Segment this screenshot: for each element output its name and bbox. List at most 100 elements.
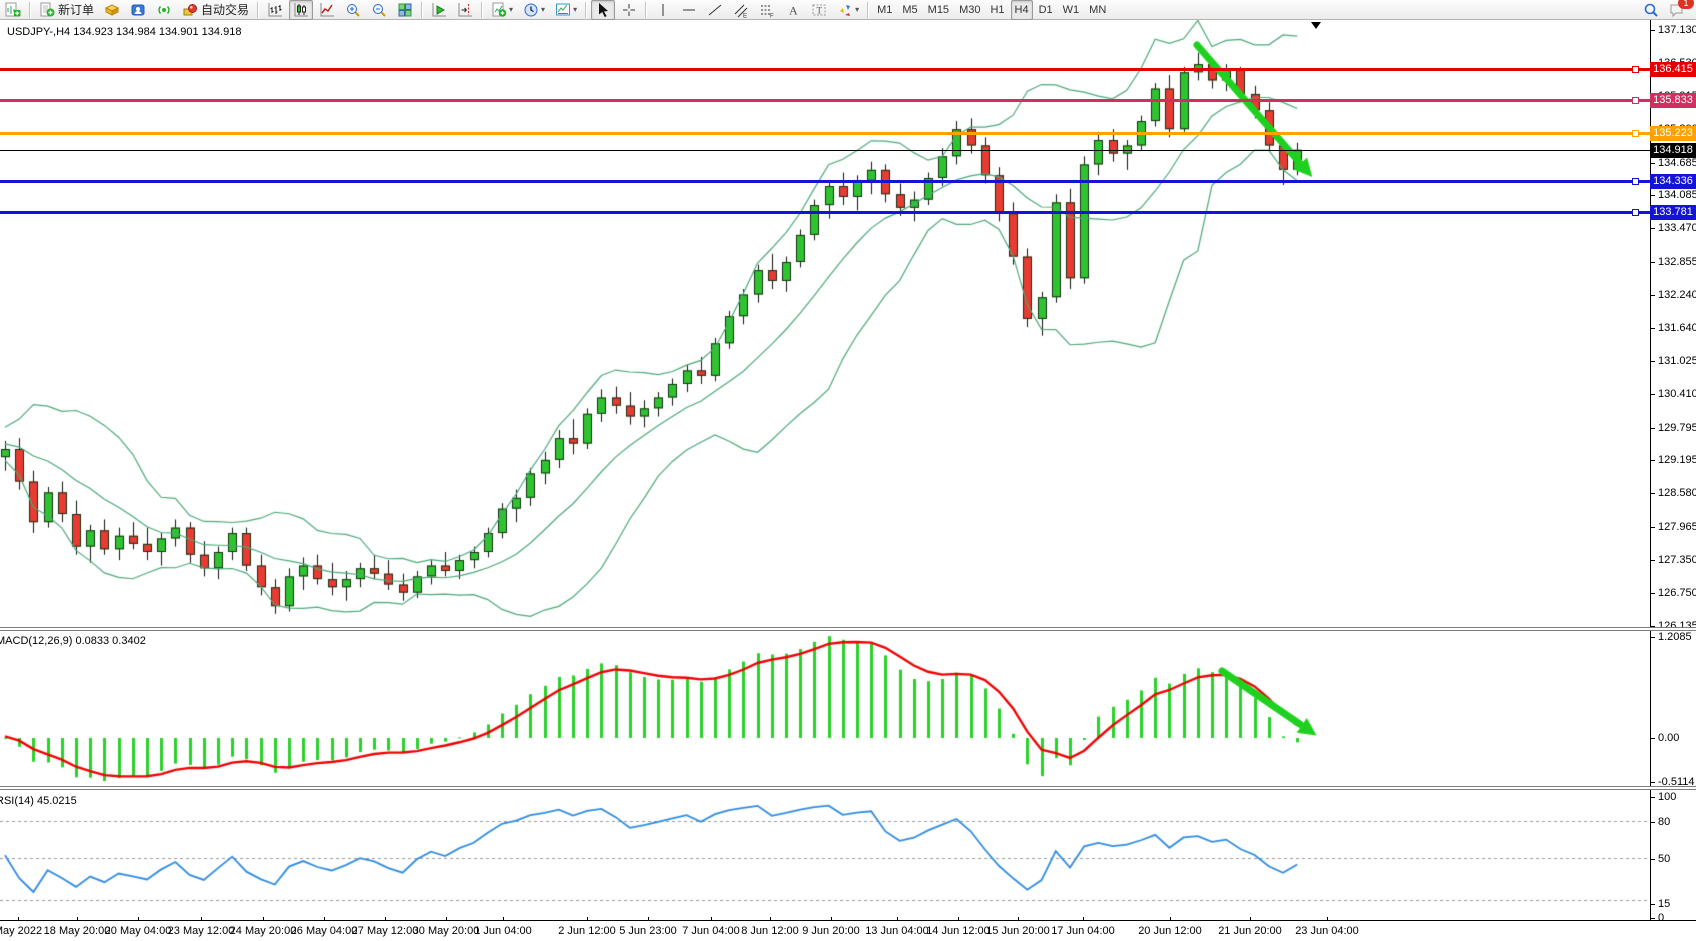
time-axis-tick bbox=[385, 917, 386, 921]
period-w1-button[interactable]: W1 bbox=[1059, 0, 1084, 20]
zoom-in-button[interactable] bbox=[341, 0, 365, 20]
autotrading-button-label: 自动交易 bbox=[201, 1, 249, 18]
fibonacci-button[interactable]: F bbox=[755, 0, 779, 20]
chevron-down-icon[interactable]: ▾ bbox=[855, 5, 859, 14]
period-mn-button[interactable]: MN bbox=[1085, 0, 1110, 20]
templates-button[interactable]: ▾ bbox=[551, 0, 581, 20]
price-axis-tick bbox=[1650, 493, 1655, 494]
indicator-axis-tick bbox=[1650, 859, 1655, 860]
community-icon bbox=[130, 2, 146, 18]
indicator-axis-tick bbox=[1650, 904, 1655, 905]
chevron-down-icon[interactable]: ▾ bbox=[509, 5, 513, 14]
price-axis-label: 131.640 bbox=[1658, 322, 1696, 334]
chevron-down-icon[interactable]: ▾ bbox=[541, 5, 545, 14]
zoom-in-icon bbox=[345, 2, 361, 18]
toolbox-button[interactable] bbox=[100, 0, 124, 20]
macd-indicator-label: MACD(12,26,9) 0.0833 0.3402 bbox=[0, 635, 146, 647]
macd-pane-canvas[interactable] bbox=[0, 630, 1650, 786]
trendline-button[interactable] bbox=[703, 0, 727, 20]
arrows-button[interactable]: ▾ bbox=[833, 0, 863, 20]
macd-pane-separator[interactable] bbox=[0, 627, 1696, 631]
line-chart-icon bbox=[319, 2, 335, 18]
period-m15-button[interactable]: M15 bbox=[924, 0, 953, 20]
autotrading-icon bbox=[182, 2, 198, 18]
time-axis-tick bbox=[648, 917, 649, 921]
time-axis-tick bbox=[1018, 917, 1019, 921]
price-line-134.918[interactable] bbox=[0, 150, 1650, 151]
notifications-button[interactable]: 1 bbox=[1665, 0, 1689, 20]
price-line-handle[interactable] bbox=[1632, 66, 1639, 73]
periods-button[interactable]: ▾ bbox=[519, 0, 549, 20]
time-axis-tick bbox=[446, 917, 447, 921]
vertical-line-button[interactable] bbox=[651, 0, 675, 20]
rsi-pane-canvas[interactable] bbox=[0, 791, 1650, 920]
line-chart-button[interactable] bbox=[315, 0, 339, 20]
community-button[interactable] bbox=[126, 0, 150, 20]
svg-text:T: T bbox=[817, 5, 823, 15]
toolbar-separator bbox=[421, 2, 423, 18]
chart-shift-marker-icon[interactable] bbox=[1311, 22, 1321, 29]
text-label-button[interactable]: T bbox=[807, 0, 831, 20]
cursor-icon bbox=[595, 2, 611, 18]
chart-shift-button[interactable] bbox=[453, 0, 477, 20]
time-axis-tick bbox=[324, 917, 325, 921]
indicators-button[interactable]: ▾ bbox=[487, 0, 517, 20]
price-line-136.415[interactable] bbox=[0, 68, 1650, 71]
period-h1-button[interactable]: H1 bbox=[986, 0, 1008, 20]
bar-chart-button[interactable] bbox=[263, 0, 287, 20]
period-m1-button[interactable]: M1 bbox=[873, 0, 896, 20]
time-axis-tick bbox=[263, 917, 264, 921]
period-d1-button[interactable]: D1 bbox=[1035, 0, 1057, 20]
main-chart-canvas[interactable] bbox=[0, 20, 1650, 627]
price-line-135.833[interactable] bbox=[0, 99, 1650, 102]
zoom-out-button[interactable] bbox=[367, 0, 391, 20]
new-chart-button[interactable] bbox=[1, 0, 25, 20]
search-button[interactable] bbox=[1639, 0, 1663, 20]
time-axis-label: 2 Jun 12:00 bbox=[558, 925, 616, 937]
indicator-axis-tick bbox=[1650, 782, 1655, 783]
candlestick-chart-button[interactable] bbox=[289, 0, 313, 20]
indicator-axis-tick bbox=[1650, 738, 1655, 739]
indicator-axis-label: 80 bbox=[1658, 816, 1670, 828]
time-axis-tick bbox=[587, 917, 588, 921]
price-line-handle[interactable] bbox=[1632, 130, 1639, 137]
period-m30-button[interactable]: M30 bbox=[955, 0, 984, 20]
price-axis-tick bbox=[1650, 394, 1655, 395]
rsi-pane-separator[interactable] bbox=[0, 786, 1696, 790]
price-axis-label: 129.795 bbox=[1658, 422, 1696, 434]
period-m5-button[interactable]: M5 bbox=[898, 0, 921, 20]
horizontal-line-button[interactable] bbox=[677, 0, 701, 20]
time-axis-label: 15 Jun 20:00 bbox=[986, 925, 1050, 937]
time-axis-tick bbox=[77, 917, 78, 921]
text-button[interactable]: A bbox=[781, 0, 805, 20]
autotrading-button[interactable]: 自动交易 bbox=[178, 0, 253, 20]
price-axis-tick bbox=[1650, 560, 1655, 561]
price-line-135.223[interactable] bbox=[0, 132, 1650, 135]
price-line-133.781[interactable] bbox=[0, 211, 1650, 214]
time-axis-tick bbox=[1327, 917, 1328, 921]
tile-windows-button[interactable] bbox=[393, 0, 417, 20]
time-axis-label: 18 May 20:00 bbox=[44, 925, 111, 937]
equidistant-channel-button[interactable]: E bbox=[729, 0, 753, 20]
auto-scroll-button[interactable] bbox=[427, 0, 451, 20]
time-axis-label: 9 Jun 20:00 bbox=[802, 925, 860, 937]
crosshair-button[interactable] bbox=[617, 0, 641, 20]
price-axis-tick bbox=[1650, 527, 1655, 528]
toolbar-separator bbox=[257, 2, 259, 18]
signals-button[interactable] bbox=[152, 0, 176, 20]
cursor-button[interactable] bbox=[591, 0, 615, 20]
time-axis-tick bbox=[958, 917, 959, 921]
price-line-handle[interactable] bbox=[1632, 97, 1639, 104]
chevron-down-icon[interactable]: ▾ bbox=[573, 5, 577, 14]
price-line-handle[interactable] bbox=[1632, 209, 1639, 216]
chart-area: USDJPY-,H4 134.923 134.984 134.901 134.9… bbox=[0, 20, 1696, 941]
price-line-handle[interactable] bbox=[1632, 178, 1639, 185]
time-axis-label: 23 Jun 04:00 bbox=[1295, 925, 1359, 937]
svg-text:E: E bbox=[743, 13, 747, 18]
bar-chart-icon bbox=[267, 2, 283, 18]
signals-icon bbox=[156, 2, 172, 18]
new-order-button[interactable]: 新订单 bbox=[35, 0, 98, 20]
period-h4-button[interactable]: H4 bbox=[1011, 0, 1033, 20]
price-line-134.336[interactable] bbox=[0, 180, 1650, 183]
time-axis-label: 17 Jun 04:00 bbox=[1051, 925, 1115, 937]
